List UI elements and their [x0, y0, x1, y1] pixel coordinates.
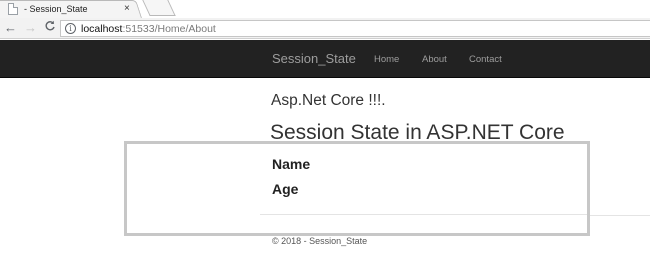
- url-path: :51533/Home/About: [122, 22, 216, 35]
- browser-tab-title: - Session_State: [24, 4, 88, 14]
- new-tab-button[interactable]: [142, 0, 176, 16]
- url-host: localhost: [81, 22, 123, 35]
- age-label: Age: [272, 181, 299, 197]
- info-icon[interactable]: i: [65, 23, 76, 34]
- footer-copyright: © 2018 - Session_State: [272, 236, 368, 246]
- footer-divider: [260, 214, 587, 215]
- name-label: Name: [272, 156, 311, 172]
- highlight-box: [124, 141, 590, 236]
- back-arrow-icon[interactable]: ←: [4, 20, 17, 36]
- nav-link-about[interactable]: About: [422, 54, 447, 65]
- nav-link-contact[interactable]: Contact: [469, 54, 502, 65]
- forward-arrow-icon[interactable]: →: [24, 20, 37, 36]
- browser-toolbar: ← → i localhost:51533/Home/About: [0, 18, 650, 39]
- reload-icon[interactable]: [44, 20, 56, 36]
- close-tab-icon[interactable]: ×: [124, 2, 130, 16]
- nav-link-home[interactable]: Home: [374, 54, 399, 65]
- page-icon: [8, 3, 18, 15]
- page-subheading: Asp.Net Core !!!.: [271, 92, 386, 109]
- address-bar[interactable]: i localhost:51533/Home/About: [60, 20, 650, 37]
- url-text: localhost:51533/Home/About: [81, 23, 216, 35]
- reload-svg: [45, 20, 55, 31]
- footer-divider-right: [590, 215, 650, 216]
- site-navbar: Session_State Home About Contact: [0, 40, 650, 78]
- browser-tab-strip: - Session_State ×: [0, 0, 650, 18]
- brand-link[interactable]: Session_State: [272, 51, 356, 66]
- browser-tab-content: - Session_State: [8, 2, 88, 16]
